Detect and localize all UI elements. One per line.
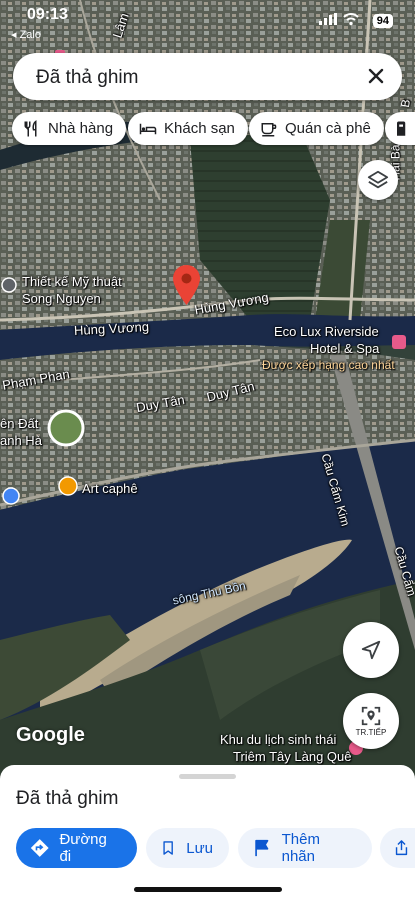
my-location-button[interactable] [343,622,399,678]
add-label-button[interactable]: Thêm nhãn [238,828,372,868]
map-label-hotel[interactable]: Hotel & Spa [310,341,379,356]
flag-icon [255,839,269,857]
save-button[interactable]: Lưu [146,828,229,868]
map-label-poi[interactable]: Triêm Tây Làng Quê [233,749,352,764]
save-label: Lưu [186,839,213,857]
home-indicator [134,887,282,892]
chip-hotels[interactable]: Khách sạn [128,112,248,145]
share-icon [395,840,408,856]
status-time: 09:13 [27,6,68,23]
place-title: Đã thả ghim [16,788,119,809]
battery-indicator: 94 [372,14,393,28]
directions-icon [30,839,49,857]
scan-pin-icon [361,706,381,726]
layers-button[interactable] [358,160,398,200]
search-text[interactable]: Đã thả ghim [36,67,138,89]
chip-restaurants[interactable]: Nhà hàng [12,112,127,145]
status-bar: 09:13 ◂ Zalo 94 [0,0,415,46]
wifi-icon [343,13,359,26]
map-label-hotel-rating: Được xếp hạng cao nhất [262,358,395,372]
next-button-label: TR.TIẾP [355,728,387,737]
bookmark-icon [163,841,173,855]
directions-label: Đường đi [59,831,107,865]
chip-label: Quán cà phê [285,120,371,137]
chip-coffee[interactable]: Quán cà phê [249,112,384,145]
layers-icon [367,170,389,189]
navigation-arrow-icon [361,640,381,660]
map-label-poi[interactable]: ên Đất [0,416,38,431]
restaurant-icon [24,119,37,136]
search-bar[interactable]: Đã thả ghim [13,53,402,100]
sheet-drag-handle[interactable] [179,774,236,779]
next-button[interactable]: TR.TIẾP [343,693,399,749]
map-label-poi[interactable]: Song Nguyen [22,291,101,306]
add-label-label: Thêm nhãn [281,831,320,865]
share-button[interactable] [380,828,415,868]
map-label-poi[interactable]: Art caphê [82,481,138,496]
close-icon[interactable] [364,64,388,88]
place-sheet[interactable]: Đã thả ghim Đường đi Lưu Thêm nhãn [0,765,415,900]
hotel-icon [139,123,157,134]
chip-label: Nhà hàng [48,120,114,137]
map-label-hotel[interactable]: Eco Lux Riverside [274,324,379,339]
gas-station-icon [397,121,406,136]
google-logo: Google [16,724,85,746]
map-label-poi[interactable]: anh Hà [0,433,42,448]
coffee-icon [261,122,277,136]
chip-gas[interactable] [385,112,415,145]
chip-label: Khách sạn [164,120,235,137]
back-to-app-link[interactable]: ◂ Zalo [11,28,41,41]
dropped-pin-icon[interactable] [173,265,200,305]
directions-button[interactable]: Đường đi [16,828,137,868]
map-label-poi[interactable]: Thiết kế Mỹ thuật [22,274,122,289]
signal-icon [319,13,337,25]
map-label-poi[interactable]: Khu du lịch sinh thái [220,732,336,747]
